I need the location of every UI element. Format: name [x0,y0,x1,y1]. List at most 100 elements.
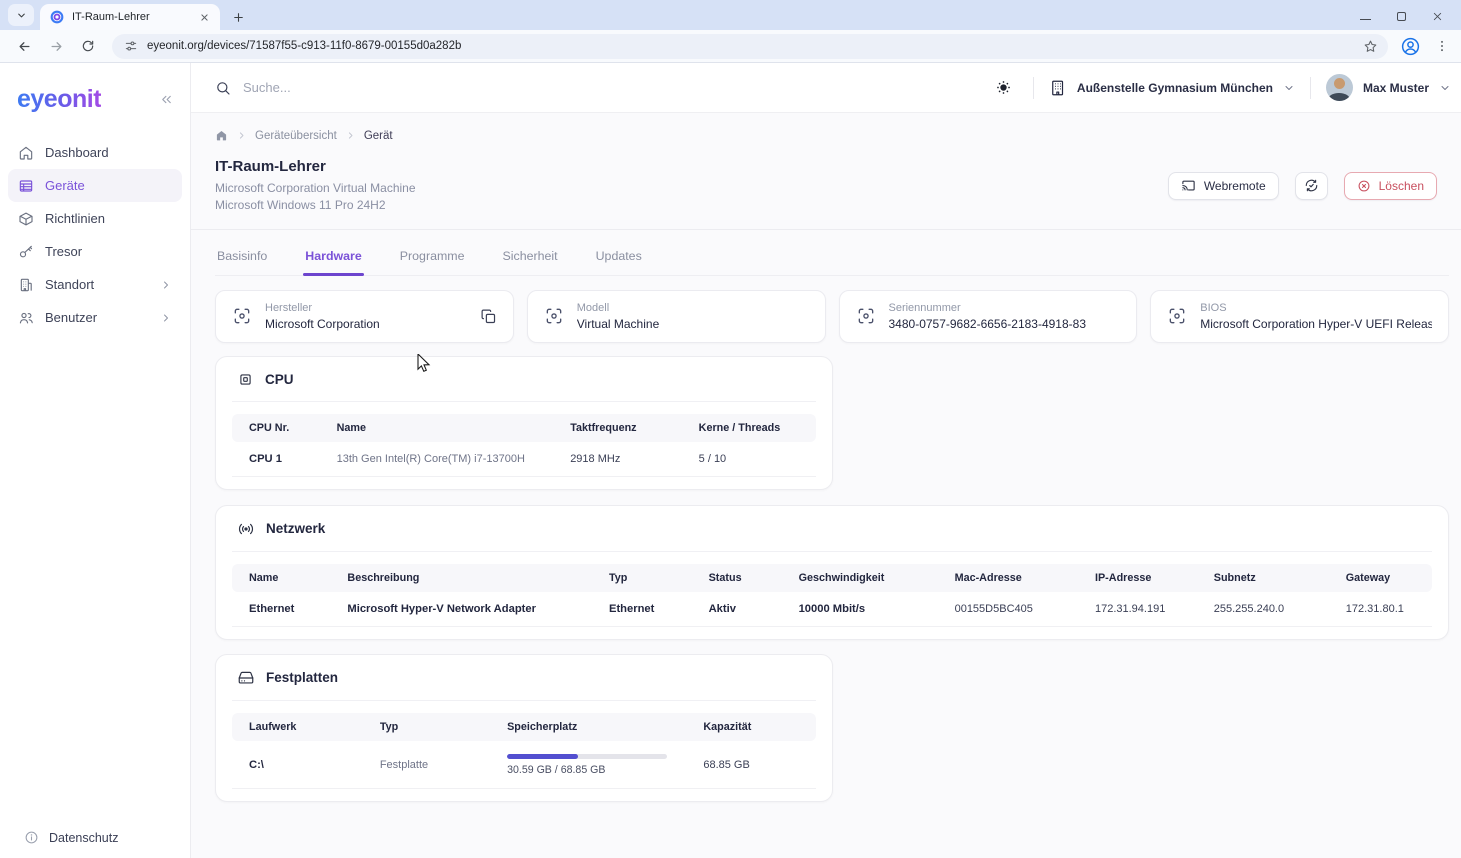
webremote-label: Webremote [1204,179,1266,193]
disk-col-typ: Typ [363,713,490,741]
disk-col-speicherplatz: Speicherplatz [490,713,686,741]
header-divider [1310,77,1311,99]
url-text[interactable]: eyeonit.org/devices/71587f55-c913-11f0-8… [147,40,1354,52]
tab-basisinfo[interactable]: Basisinfo [215,245,269,275]
url-bar[interactable]: eyeonit.org/devices/71587f55-c913-11f0-8… [112,34,1388,59]
forward-button[interactable] [44,34,68,58]
sidebar-item-richtlinien[interactable]: Richtlinien [8,202,182,235]
tab-hardware[interactable]: Hardware [303,245,363,275]
tab-close-icon[interactable] [196,9,212,25]
back-button[interactable] [12,34,36,58]
organization-selector[interactable]: Außenstelle Gymnasium München [1049,79,1295,97]
x-circle-icon [1357,179,1371,193]
window-controls [1359,10,1451,30]
sidebar-item-label: Richtlinien [45,211,105,226]
card-hersteller: Hersteller Microsoft Corporation [215,290,514,343]
net-cell-name: Ethernet [232,592,330,627]
sidebar-item-label: Dashboard [45,145,109,160]
network-panel: Netzwerk Name Beschreibung Typ Status Ge… [215,505,1449,640]
delete-label: Löschen [1379,179,1424,193]
theme-toggle-icon[interactable] [990,74,1018,102]
user-name: Max Muster [1363,81,1429,95]
sidebar-collapse-icon[interactable] [159,92,174,107]
toolbar-right [1400,36,1451,57]
device-actions: Webremote Löschen [1168,172,1437,200]
network-table-header: Name Beschreibung Typ Status Geschwindig… [232,564,1432,592]
cpu-cell-taktfrequenz: 2918 MHz [553,442,681,477]
device-os: Microsoft Windows 11 Pro 24H2 [215,198,416,213]
sidebar-item-tresor[interactable]: Tresor [8,235,182,268]
sidebar-item-standort[interactable]: Standort [8,268,182,301]
browser-profile-icon[interactable] [1400,36,1421,57]
card-label: Hersteller [265,302,380,314]
tab-sicherheit[interactable]: Sicherheit [501,245,560,275]
card-value: 3480-0757-9682-6656-2183-4918-83 [889,317,1087,331]
cpu-panel: CPU CPU Nr. Name Taktfrequenz Kerne / Th… [215,356,833,490]
disks-panel-title: Festplatten [266,670,338,685]
net-cell-subnetz: 255.255.240.0 [1197,592,1329,627]
net-col-mac-adresse: Mac-Adresse [938,564,1078,592]
info-cards: Hersteller Microsoft Corporation Modell … [215,290,1449,343]
home-icon[interactable] [215,129,228,142]
disk-col-kapazitaet: Kapazität [686,713,816,741]
net-col-geschwindigkeit: Geschwindigkeit [782,564,938,592]
network-table: Name Beschreibung Typ Status Geschwindig… [232,564,1432,627]
net-col-subnetz: Subnetz [1197,564,1329,592]
chevron-right-icon [346,131,355,140]
window-minimize-button[interactable] [1359,10,1371,22]
devices-table-icon [18,178,34,194]
datenschutz-link[interactable]: Datenschutz [24,830,118,845]
search-input[interactable] [243,80,583,95]
chevron-down-icon [1439,82,1451,94]
search-icon [215,80,231,96]
disks-table: Laufwerk Typ Speicherplatz Kapazität C:\… [232,713,816,789]
tab-search-button[interactable] [8,4,34,26]
cpu-cell-nr: CPU 1 [232,442,320,477]
breadcrumb-geraeteuebersicht[interactable]: Geräteübersicht [255,130,337,142]
net-cell-status: Aktiv [692,592,782,627]
new-tab-icon[interactable] [232,11,245,24]
eyeonit-logo[interactable]: eyeonit [17,85,101,114]
datenschutz-label: Datenschutz [49,831,118,845]
browser-tab[interactable]: IT-Raum-Lehrer [40,4,220,30]
info-circle-icon [24,830,39,845]
sync-button[interactable] [1295,172,1328,200]
cpu-table-row: CPU 1 13th Gen Intel(R) Core(TM) i7-1370… [232,442,816,477]
net-cell-ip-adresse: 172.31.94.191 [1078,592,1197,627]
card-bios: BIOS Microsoft Corporation Hyper-V UEFI … [1150,290,1449,343]
cpu-col-name: Name [320,414,554,442]
home-icon [18,145,34,161]
app-header: Außenstelle Gymnasium München Max Muster [191,63,1461,113]
copy-icon[interactable] [480,308,497,325]
net-col-ip-adresse: IP-Adresse [1078,564,1197,592]
scan-focus-icon [1167,306,1187,326]
net-col-typ: Typ [592,564,692,592]
delete-button[interactable]: Löschen [1344,172,1437,200]
tab-updates[interactable]: Updates [594,245,644,275]
webremote-button[interactable]: Webremote [1168,172,1279,200]
bookmark-star-icon[interactable] [1363,39,1378,54]
content: Basisinfo Hardware Programme Sicherheit … [191,230,1461,858]
broadcast-icon [237,520,255,538]
user-menu[interactable]: Max Muster [1326,74,1451,101]
site-settings-icon[interactable] [124,39,138,53]
sidebar-item-benutzer[interactable]: Benutzer [8,301,182,334]
disk-usage-bar [507,754,667,759]
page-title: IT-Raum-Lehrer [215,158,416,175]
sync-check-icon [1304,178,1319,193]
sidebar-item-label: Benutzer [45,310,97,325]
sidebar-item-label: Tresor [45,244,82,259]
chevron-down-icon [1283,82,1295,94]
sidebar-item-dashboard[interactable]: Dashboard [8,136,182,169]
disks-panel: Festplatten Laufwerk Typ Speicherplatz K… [215,654,833,802]
window-maximize-button[interactable] [1395,10,1407,22]
net-cell-typ: Ethernet [592,592,692,627]
user-avatar [1326,74,1353,101]
sidebar-item-geraete[interactable]: Geräte [8,169,182,202]
window-close-button[interactable] [1431,10,1443,22]
tab-programme[interactable]: Programme [398,245,467,275]
reload-button[interactable] [76,34,100,58]
search-bar[interactable] [215,80,635,96]
disk-usage-text: 30.59 GB / 68.85 GB [507,764,678,776]
browser-menu-icon[interactable] [1435,39,1449,53]
